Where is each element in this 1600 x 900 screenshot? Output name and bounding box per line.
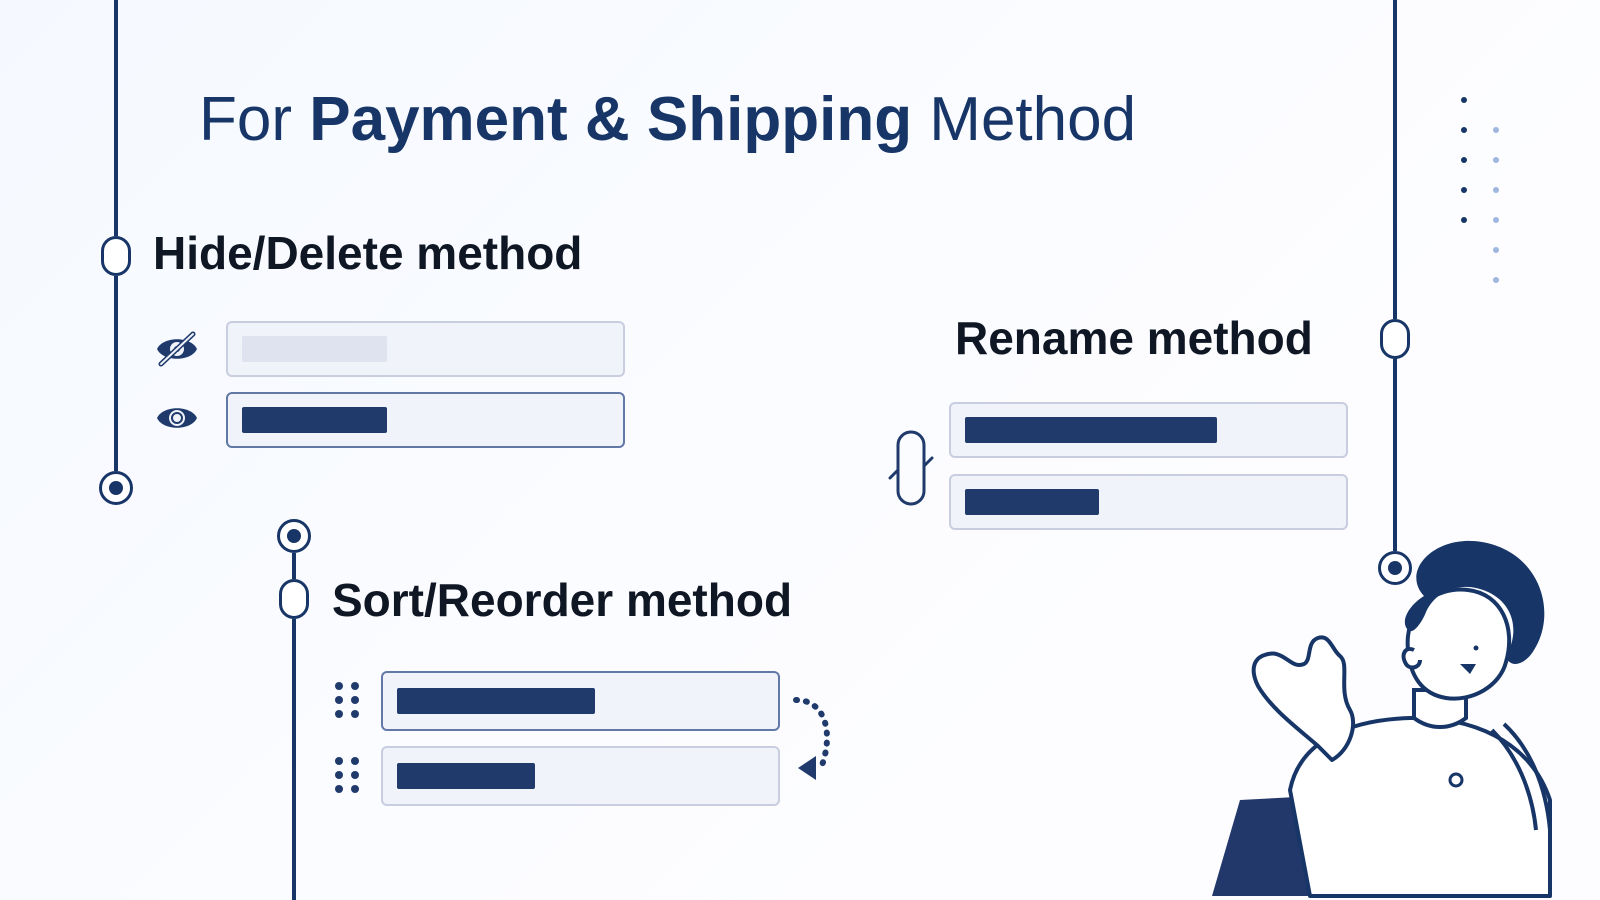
title-bold: Payment & Shipping — [309, 85, 912, 154]
section-rename-title: Rename method — [955, 311, 1313, 365]
cycle-icon — [888, 426, 934, 515]
section-sort-title: Sort/Reorder method — [332, 573, 792, 627]
eye-off-icon — [155, 330, 199, 373]
person-illustration — [1200, 540, 1600, 900]
page-title: For Payment & Shipping Method — [199, 84, 1136, 155]
rename-card-2 — [949, 474, 1348, 530]
dotted-deco — [1456, 92, 1506, 297]
node-right-1 — [1380, 319, 1410, 359]
eye-icon — [155, 404, 199, 437]
vline-sort-top — [292, 553, 296, 579]
vline-right-top — [1393, 0, 1397, 319]
drag-handle-icon-2 — [334, 756, 360, 799]
section-hide-title: Hide/Delete method — [153, 226, 582, 280]
drag-handle-icon-1 — [334, 681, 360, 724]
sort-card-2 — [381, 746, 780, 806]
vline-left-top — [114, 0, 118, 236]
title-post: Method — [912, 85, 1136, 154]
sort-card-2-bar — [397, 763, 535, 789]
radio-sort — [277, 519, 311, 553]
rename-card-1 — [949, 402, 1348, 458]
radio-left — [99, 471, 133, 505]
hide-card-2 — [226, 392, 625, 448]
node-sort — [279, 579, 309, 619]
title-pre: For — [199, 85, 309, 154]
rename-card-2-bar — [965, 489, 1099, 515]
hide-card-1 — [226, 321, 625, 377]
vline-sort-bottom — [292, 619, 296, 900]
hide-card-2-bar — [242, 407, 387, 433]
hide-card-1-bar — [242, 336, 387, 362]
sort-card-1-bar — [397, 688, 595, 714]
vline-left-mid — [114, 276, 118, 471]
vline-right-mid — [1393, 359, 1397, 551]
reorder-arrow-icon — [786, 694, 846, 789]
sort-card-1 — [381, 671, 780, 731]
node-left-1 — [101, 236, 131, 276]
rename-card-1-bar — [965, 417, 1217, 443]
